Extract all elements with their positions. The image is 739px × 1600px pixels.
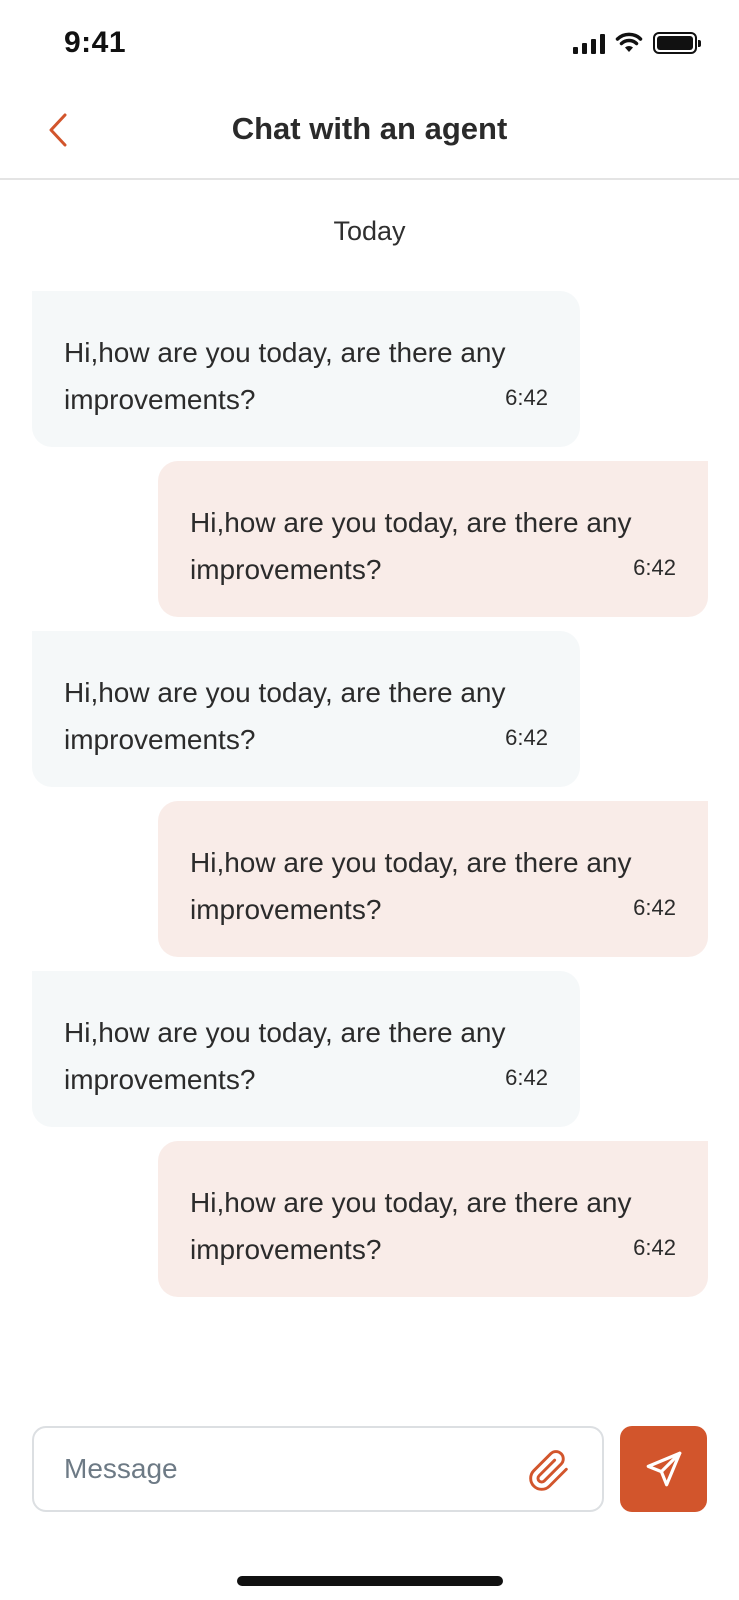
message-composer xyxy=(32,1426,604,1512)
message-time: 6:42 xyxy=(633,555,676,580)
message-time: 6:42 xyxy=(505,385,548,410)
message-time: 6:42 xyxy=(505,725,548,750)
user-message: Hi,how are you today, are there any impr… xyxy=(158,1141,708,1297)
message-text: Hi,how are you today, are there any impr… xyxy=(190,507,632,585)
home-indicator xyxy=(237,1576,503,1586)
message-time: 6:42 xyxy=(505,1065,548,1090)
message-text: Hi,how are you today, are there any impr… xyxy=(64,677,506,755)
status-bar: 9:41 xyxy=(0,0,739,92)
agent-message: Hi,how are you today, are there any impr… xyxy=(32,631,580,787)
user-message: Hi,how are you today, are there any impr… xyxy=(158,801,708,957)
battery-icon xyxy=(653,32,701,54)
header: Chat with an agent xyxy=(0,92,739,180)
agent-message: Hi,how are you today, are there any impr… xyxy=(32,971,580,1127)
status-time: 9:41 xyxy=(64,26,127,59)
message-time: 6:42 xyxy=(633,895,676,920)
message-input[interactable] xyxy=(34,1428,602,1510)
wifi-icon xyxy=(615,32,643,52)
send-button[interactable] xyxy=(620,1426,707,1512)
paperclip-icon xyxy=(529,1450,568,1491)
signal-icon xyxy=(573,32,605,54)
message-text: Hi,how are you today, are there any impr… xyxy=(64,1017,506,1095)
user-message: Hi,how are you today, are there any impr… xyxy=(158,461,708,617)
message-text: Hi,how are you today, are there any impr… xyxy=(190,847,632,925)
attach-button[interactable] xyxy=(526,1448,572,1494)
status-icons xyxy=(573,32,701,54)
message-time: 6:42 xyxy=(633,1235,676,1260)
agent-message: Hi,how are you today, are there any impr… xyxy=(32,291,580,447)
page-title: Chat with an agent xyxy=(231,111,508,146)
date-divider: Today xyxy=(333,216,406,246)
send-icon xyxy=(646,1451,681,1487)
message-text: Hi,how are you today, are there any impr… xyxy=(64,337,506,415)
message-text: Hi,how are you today, are there any impr… xyxy=(190,1187,632,1265)
